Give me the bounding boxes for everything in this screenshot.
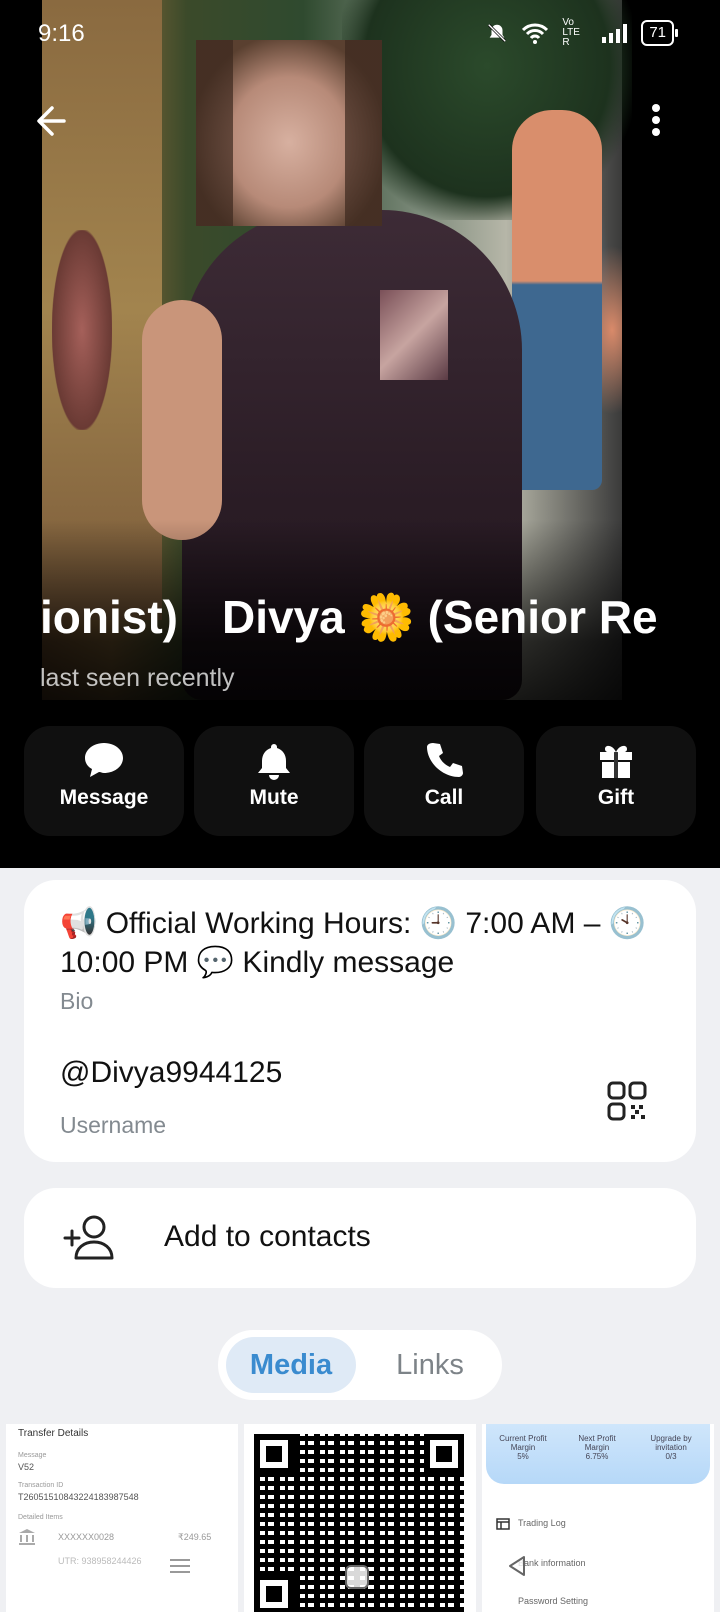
profit-col-1: Current Profit Margin5% [492,1434,554,1461]
gift-label: Gift [536,786,696,810]
profit-col-2-value: 6.75% [566,1452,628,1461]
thumb-title: Transfer Details [18,1428,88,1439]
profile-name: ionist) Divya 🌼 (Senior Re [40,590,668,650]
thumb-utr: UTR: 938958244426 [58,1556,142,1566]
log-icon [496,1518,510,1530]
profit-item-1: Trading Log [518,1518,566,1528]
tab-links[interactable]: Links [366,1337,494,1393]
message-label: Message [24,786,184,810]
username-label: Username [60,1112,166,1139]
thumb-amount: ₹249.65 [178,1532,211,1543]
back-nav-icon [504,1552,532,1580]
profit-col-3-label: Upgrade by invitation [640,1434,702,1452]
mute-button[interactable]: Mute [194,726,354,836]
profile-info-card: 📢 Official Working Hours: 🕘 7:00 AM – 🕙 … [24,880,696,1162]
bio-text[interactable]: 📢 Official Working Hours: 🕘 7:00 AM – 🕙 … [60,904,660,982]
menu-lines-icon [166,1552,194,1580]
network-label: Vo LTE R [562,18,588,48]
add-to-contacts-button[interactable]: Add to contacts [24,1188,696,1288]
thumb-txn-label: Transaction ID [18,1482,63,1489]
qr-finder-tr [424,1434,464,1474]
thumb-detailed-label: Detailed Items [18,1514,63,1521]
add-to-contacts-label: Add to contacts [164,1220,371,1254]
phone-icon [424,740,464,780]
last-seen-status: last seen recently [40,664,235,693]
wifi-icon [522,22,548,44]
gift-button[interactable]: Gift [536,726,696,836]
status-bar: 9:16 Vo LTE R 71 [0,0,720,64]
profit-item-3: Password Setting [518,1596,588,1606]
profit-col-2-label: Next Profit Margin [566,1434,628,1452]
add-user-icon [62,1210,118,1266]
call-label: Call [364,786,524,810]
photo-statue [52,230,112,430]
profile-name-marquee-main: Divya 🌼 (Senior Re [222,590,658,645]
status-time: 9:16 [38,20,85,48]
profit-col-3-value: 0/3 [640,1452,702,1461]
thumb-message-value: V52 [18,1462,34,1472]
profit-col-2: Next Profit Margin6.75% [566,1434,628,1461]
pixelated-hand [380,290,448,380]
message-icon [83,740,125,780]
gift-icon [596,740,636,780]
tab-media[interactable]: Media [226,1337,356,1393]
media-thumbnail-transfer[interactable]: Transfer Details Message V52 Transaction… [6,1424,238,1612]
bell-icon [254,740,294,780]
pixelated-face [196,40,382,226]
profile-name-marquee-tail: ionist) [40,590,178,644]
bank-icon [18,1528,36,1546]
thumb-txn-value: T2605151084322418398754​8 [18,1492,139,1502]
more-options-icon[interactable] [636,96,676,146]
back-arrow-icon[interactable] [30,96,80,146]
qr-code-icon[interactable] [606,1080,648,1122]
profit-col-1-value: 5% [492,1452,554,1461]
username-text[interactable]: @Divya9944125 [60,1056,282,1090]
mute-notification-icon [486,22,508,44]
call-button[interactable]: Call [364,726,524,836]
photo-bystander [512,110,602,490]
profit-col-1-label: Current Profit Margin [492,1434,554,1452]
status-icons: Vo LTE R 71 [486,18,674,48]
media-thumbnail-qr[interactable] [244,1424,476,1612]
thumb-account: XXXXXX0028 [58,1532,114,1542]
signal-icon [602,23,627,43]
mute-label: Mute [194,786,354,810]
profit-columns: Current Profit Margin5% Next Profit Marg… [492,1434,702,1461]
media-tabs: Media Links [218,1330,502,1400]
action-bar: Message Mute Call Gift [0,714,720,844]
square-nav-icon [342,1562,372,1592]
profile-header: 9:16 Vo LTE R 71 ionist) Divya 🌼 (Senior… [0,0,720,868]
battery-icon: 71 [641,20,674,46]
qr-finder-bl [254,1574,294,1612]
qr-finder-tl [254,1434,294,1474]
media-thumbnail-profit[interactable]: Current Profit Margin5% Next Profit Marg… [482,1424,714,1612]
photo-arm [142,300,222,540]
message-button[interactable]: Message [24,726,184,836]
profit-col-3: Upgrade by invitation0/3 [640,1434,702,1461]
bio-label: Bio [60,988,93,1015]
thumb-message-label: Message [18,1452,46,1459]
